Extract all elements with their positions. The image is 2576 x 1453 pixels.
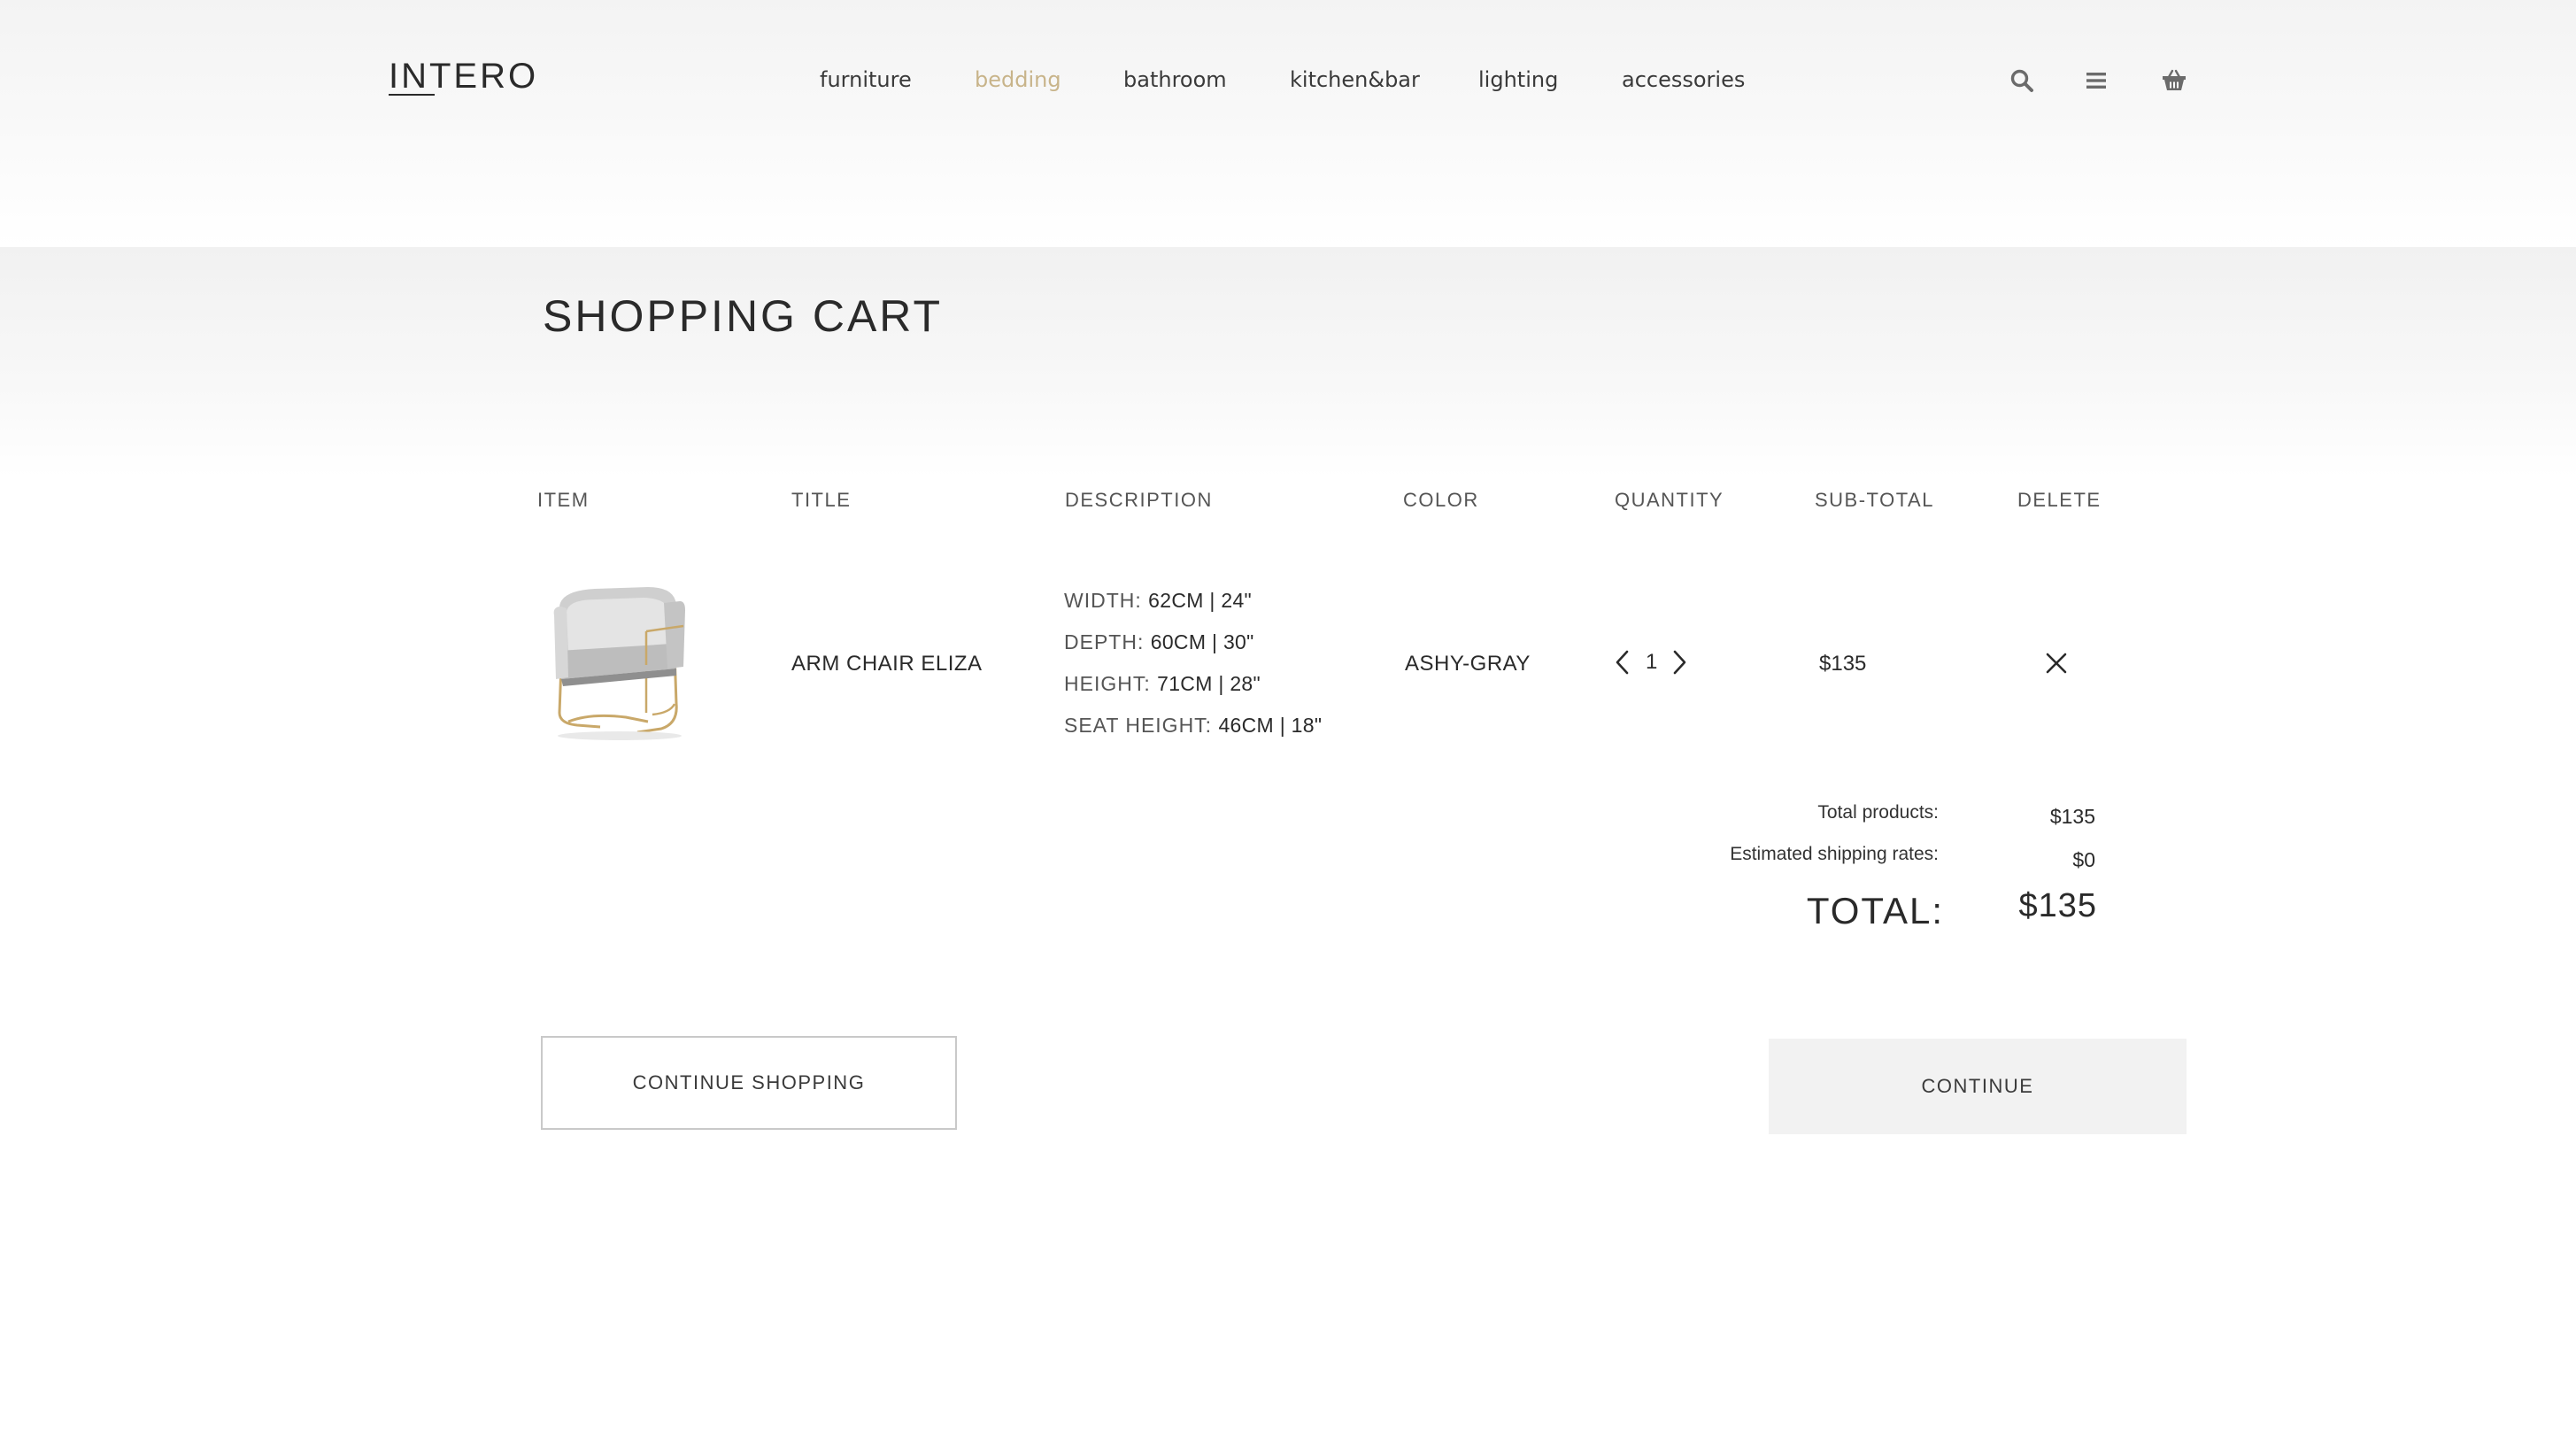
total-products-label: Total products: <box>1817 802 1939 823</box>
site-header <box>0 0 2576 247</box>
nav-item-kitchen-bar[interactable]: kitchen&bar <box>1290 67 1420 92</box>
menu-icon[interactable] <box>2083 67 2109 94</box>
nav-item-bathroom[interactable]: bathroom <box>1123 67 1227 92</box>
shipping-value: $0 <box>2072 848 2095 871</box>
description-label: SEAT HEIGHT: <box>1064 714 1213 737</box>
description-value: 62CM | 24" <box>1148 589 1253 612</box>
column-header-item: ITEM <box>537 489 590 511</box>
item-subtotal: $135 <box>1819 652 1867 676</box>
nav-item-accessories[interactable]: accessories <box>1622 67 1745 92</box>
description-seat-height: SEAT HEIGHT: 46CM | 18" <box>1064 714 1322 738</box>
site-logo[interactable]: INTERO <box>389 57 538 97</box>
description-label: HEIGHT: <box>1064 672 1151 695</box>
total-value: $135 <box>2018 887 2097 924</box>
quantity-value[interactable]: 1 <box>1646 650 1657 675</box>
column-header-subtotal: SUB-TOTAL <box>1815 489 1934 511</box>
column-header-quantity: QUANTITY <box>1615 489 1724 511</box>
item-color: ASHY-GRAY <box>1405 652 1531 676</box>
description-value: 46CM | 18" <box>1218 714 1323 737</box>
description-width: WIDTH: 62CM | 24" <box>1064 589 1252 613</box>
description-label: WIDTH: <box>1064 589 1142 612</box>
product-image-arm-chair[interactable] <box>542 580 697 744</box>
page-title: SHOPPING CART <box>543 291 944 341</box>
column-header-color: COLOR <box>1403 489 1479 511</box>
item-title[interactable]: ARM CHAIR ELIZA <box>791 652 983 676</box>
shipping-label: Estimated shipping rates: <box>1730 844 1939 864</box>
nav-item-bedding[interactable]: bedding <box>975 67 1061 92</box>
description-depth: DEPTH: 60CM | 30" <box>1064 630 1254 654</box>
cart-header-band <box>0 247 2576 477</box>
description-value: 60CM | 30" <box>1150 630 1254 653</box>
quantity-increase-button[interactable] <box>1668 646 1691 678</box>
column-header-description: DESCRIPTION <box>1065 489 1213 511</box>
search-icon[interactable] <box>2009 67 2035 94</box>
description-label: DEPTH: <box>1064 630 1145 653</box>
basket-icon[interactable] <box>2161 67 2187 94</box>
column-header-delete: DELETE <box>2017 489 2102 511</box>
logo-underline <box>389 94 435 96</box>
column-header-title: TITLE <box>791 489 852 511</box>
close-icon <box>2046 653 2067 674</box>
description-height: HEIGHT: 71CM | 28" <box>1064 672 1261 696</box>
nav-item-furniture[interactable]: furniture <box>820 67 912 92</box>
description-value: 71CM | 28" <box>1157 672 1261 695</box>
continue-shopping-button[interactable]: CONTINUE SHOPPING <box>541 1036 957 1130</box>
delete-item-button[interactable] <box>2043 650 2070 676</box>
nav-item-lighting[interactable]: lighting <box>1478 67 1558 92</box>
total-products-value: $135 <box>2049 805 2095 828</box>
total-label: TOTAL: <box>1806 890 1944 931</box>
quantity-decrease-button[interactable] <box>1611 646 1634 678</box>
continue-button[interactable]: CONTINUE <box>1769 1039 2187 1134</box>
